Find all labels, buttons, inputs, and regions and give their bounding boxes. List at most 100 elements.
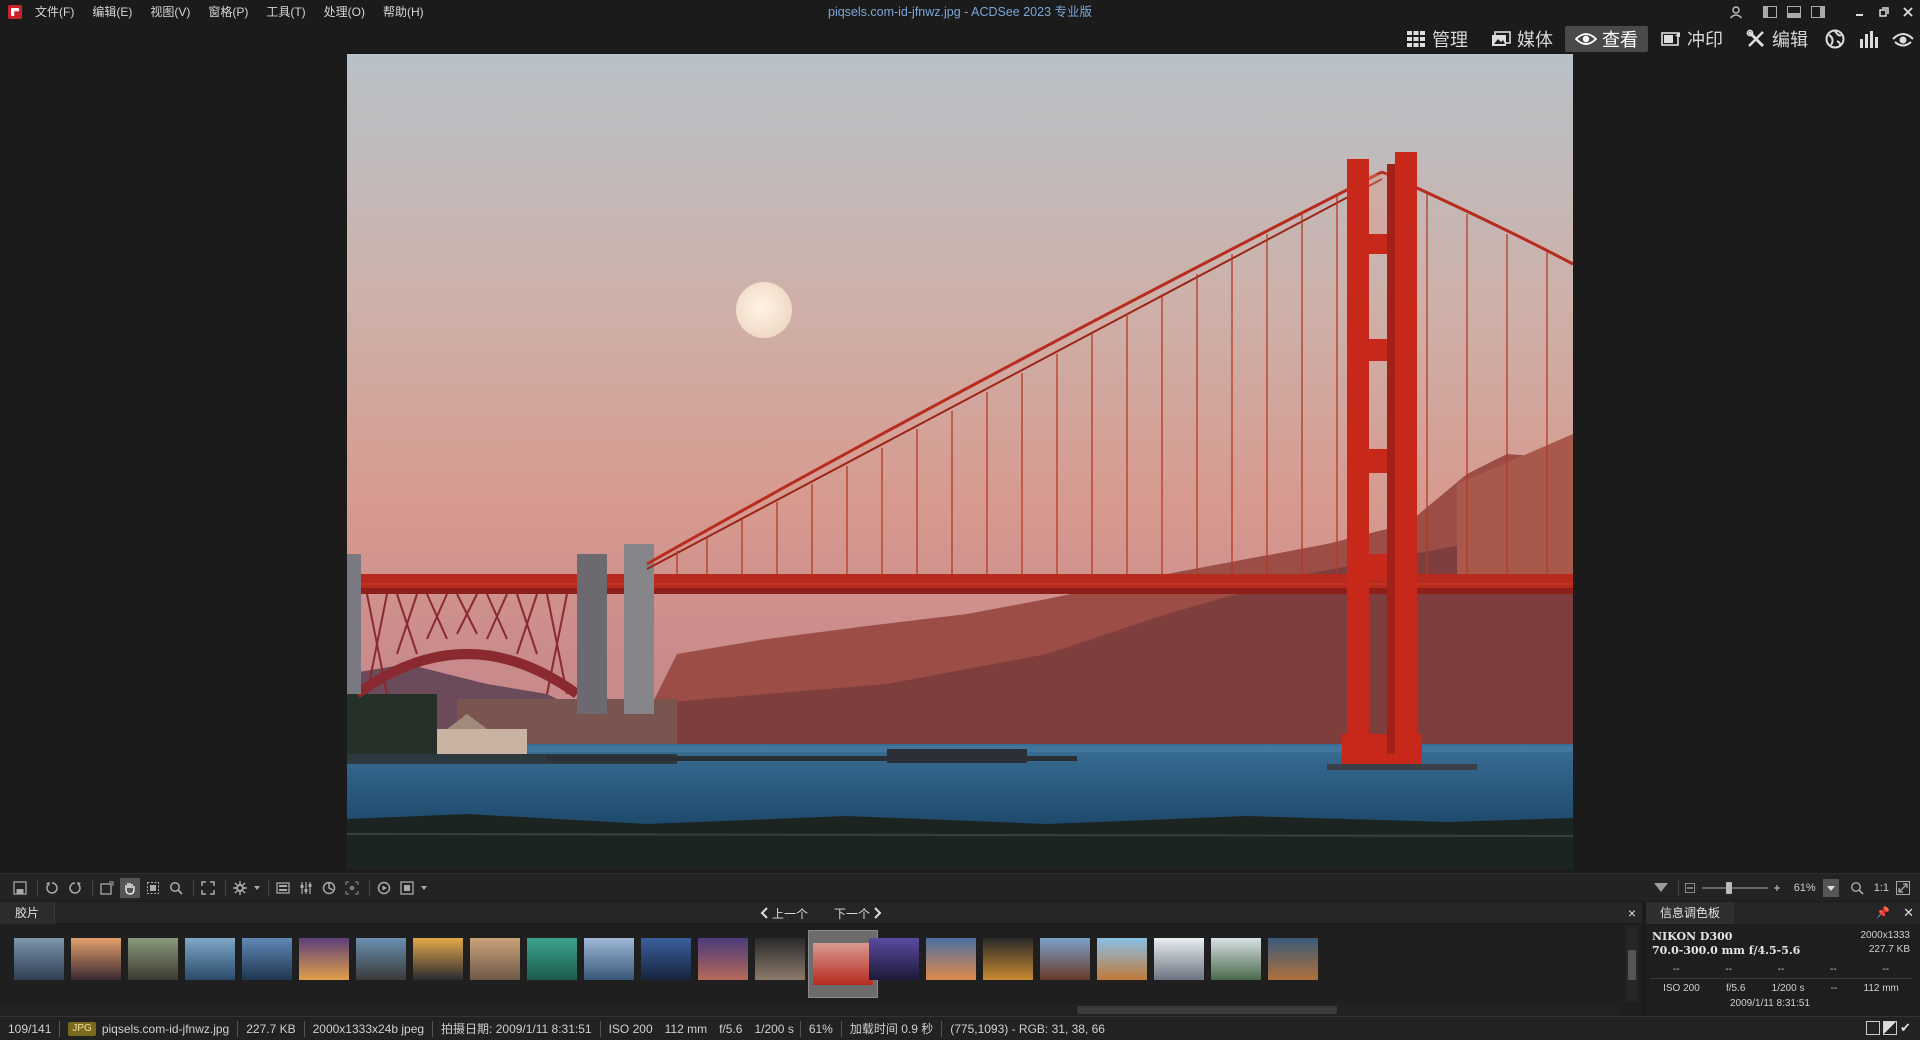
scrollbar-thumb[interactable] (1628, 950, 1636, 980)
status-bar: 109/141 JPG piqsels.com-id-jfnwz.jpg 227.… (0, 1016, 1920, 1040)
filmstrip-vertical-scrollbar[interactable] (1626, 926, 1638, 1002)
filmstrip-thumbnail[interactable] (470, 938, 520, 980)
menu-edit[interactable]: 编辑(E) (83, 0, 141, 24)
contrast-icon[interactable] (1883, 1021, 1897, 1035)
image-viewer[interactable] (0, 54, 1920, 870)
filmstrip-thumbnail[interactable] (755, 938, 805, 980)
restore-icon[interactable] (1872, 0, 1896, 24)
zoom-dropdown-button[interactable] (1822, 879, 1839, 897)
previous-button[interactable]: 上一个 (772, 905, 808, 922)
menu-tools[interactable]: 工具(T) (257, 0, 314, 24)
filmstrip-thumbnail[interactable] (71, 938, 121, 980)
thumbnail-image (413, 938, 463, 980)
full-screen-icon[interactable] (198, 878, 218, 898)
mode-365-button[interactable] (1818, 26, 1852, 52)
zoom-slider[interactable] (1700, 878, 1770, 898)
filmstrip-thumbnail[interactable] (1268, 938, 1318, 980)
rotate-left-icon[interactable] (42, 878, 62, 898)
compare-icon[interactable] (273, 878, 293, 898)
filmstrip-thumbnail[interactable] (983, 938, 1033, 980)
zoom-slider-handle[interactable] (1725, 882, 1732, 894)
crop-select-icon[interactable] (97, 878, 117, 898)
fit-image-icon[interactable] (1893, 878, 1913, 898)
marquee-select-icon[interactable] (143, 878, 163, 898)
thumbnail-image (1211, 938, 1261, 980)
menu-file[interactable]: 文件(F) (26, 0, 83, 24)
info-palette-tab[interactable]: 信息调色板 (1646, 902, 1735, 924)
filmstrip-thumbnail[interactable] (584, 938, 634, 980)
mode-bar: 管理 媒体 查看 冲印 编辑 (1393, 24, 1920, 54)
pin-icon[interactable]: 📌 (1876, 902, 1890, 924)
filmstrip-thumbnail[interactable] (1154, 938, 1204, 980)
filmstrip-thumbnail[interactable] (356, 938, 406, 980)
display-options-icon[interactable] (397, 878, 417, 898)
filmstrip-thumbnails (0, 930, 1620, 1000)
scrollbar-thumb[interactable] (1077, 1006, 1337, 1014)
settings-gear-icon[interactable] (230, 878, 250, 898)
filmstrip-thumbnail[interactable] (1040, 938, 1090, 980)
filmstrip-thumbnail[interactable] (641, 938, 691, 980)
filmstrip-thumbnail[interactable] (527, 938, 577, 980)
zoom-in-icon[interactable] (1770, 878, 1784, 898)
left-pane-toggle-icon[interactable] (1758, 0, 1782, 24)
next-button[interactable]: 下一个 (834, 905, 870, 922)
chevron-left-icon[interactable] (760, 907, 768, 919)
filmstrip-thumbnail[interactable] (1097, 938, 1147, 980)
mode-develop-button[interactable]: 冲印 (1650, 26, 1733, 52)
menu-help[interactable]: 帮助(H) (374, 0, 433, 24)
filmstrip-thumbnail[interactable] (14, 938, 64, 980)
menu-process[interactable]: 处理(O) (315, 0, 374, 24)
menu-pane[interactable]: 窗格(P) (199, 0, 257, 24)
bottom-pane-toggle-icon[interactable] (1782, 0, 1806, 24)
filmstrip-thumbnail[interactable] (128, 938, 178, 980)
filter-triangle-icon[interactable] (1651, 878, 1671, 898)
zoom-out-icon[interactable] (1683, 878, 1697, 898)
filmstrip-tab[interactable]: 胶片 (0, 902, 56, 924)
filmstrip-thumbnail[interactable] (869, 938, 919, 980)
slideshow-icon[interactable] (374, 878, 394, 898)
filmstrip-thumbnail[interactable] (185, 938, 235, 980)
mode-people-button[interactable] (1886, 26, 1920, 52)
tag-checkbox-icon[interactable] (1866, 1021, 1880, 1035)
actual-size-button[interactable]: 1:1 (1874, 882, 1889, 894)
right-pane-toggle-icon[interactable] (1806, 0, 1830, 24)
mode-manage-button[interactable]: 管理 (1395, 26, 1478, 52)
mode-edit-button[interactable]: 编辑 (1735, 26, 1818, 52)
menu-view[interactable]: 视图(V) (141, 0, 199, 24)
filmstrip-thumbnail-selected[interactable] (808, 930, 878, 998)
face-detect-icon[interactable] (342, 878, 362, 898)
thumbnail-image (698, 938, 748, 980)
minimize-icon[interactable] (1848, 0, 1872, 24)
user-account-icon[interactable] (1724, 0, 1748, 24)
close-window-icon[interactable] (1896, 0, 1920, 24)
filmstrip-close-button[interactable]: × (1628, 902, 1636, 924)
moon (736, 282, 792, 338)
mode-dashboard-button[interactable] (1852, 26, 1886, 52)
photo-golden-gate-bridge[interactable] (347, 54, 1573, 870)
thumbnail-image (527, 938, 577, 980)
acdsee-logo-icon[interactable] (8, 5, 22, 19)
filmstrip-thumbnail[interactable] (926, 938, 976, 980)
separator (1677, 880, 1679, 896)
filmstrip-thumbnail[interactable] (299, 938, 349, 980)
save-icon[interactable] (10, 878, 30, 898)
info-close-button[interactable]: ✕ (1903, 902, 1914, 924)
zoom-tool-icon[interactable] (166, 878, 186, 898)
dropdown-arrow-icon[interactable] (420, 878, 428, 898)
filmstrip-thumbnail[interactable] (242, 938, 292, 980)
chevron-right-icon[interactable] (874, 907, 882, 919)
filmstrip-thumbnail[interactable] (698, 938, 748, 980)
mode-media-button[interactable]: 媒体 (1480, 26, 1563, 52)
auto-lens-icon[interactable] (319, 878, 339, 898)
zoom-value[interactable]: 61% (1787, 882, 1823, 894)
filmstrip-thumbnail[interactable] (1211, 938, 1261, 980)
check-icon[interactable]: ✔ (1900, 1021, 1914, 1035)
mode-view-button[interactable]: 查看 (1565, 26, 1648, 52)
hand-tool-icon[interactable] (120, 878, 140, 898)
adjust-sliders-icon[interactable] (296, 878, 316, 898)
filmstrip-horizontal-scrollbar[interactable] (0, 1004, 1620, 1016)
filmstrip-thumbnail[interactable] (413, 938, 463, 980)
zoom-lens-icon[interactable] (1847, 878, 1867, 898)
dropdown-arrow-icon[interactable] (253, 878, 261, 898)
rotate-right-icon[interactable] (65, 878, 85, 898)
